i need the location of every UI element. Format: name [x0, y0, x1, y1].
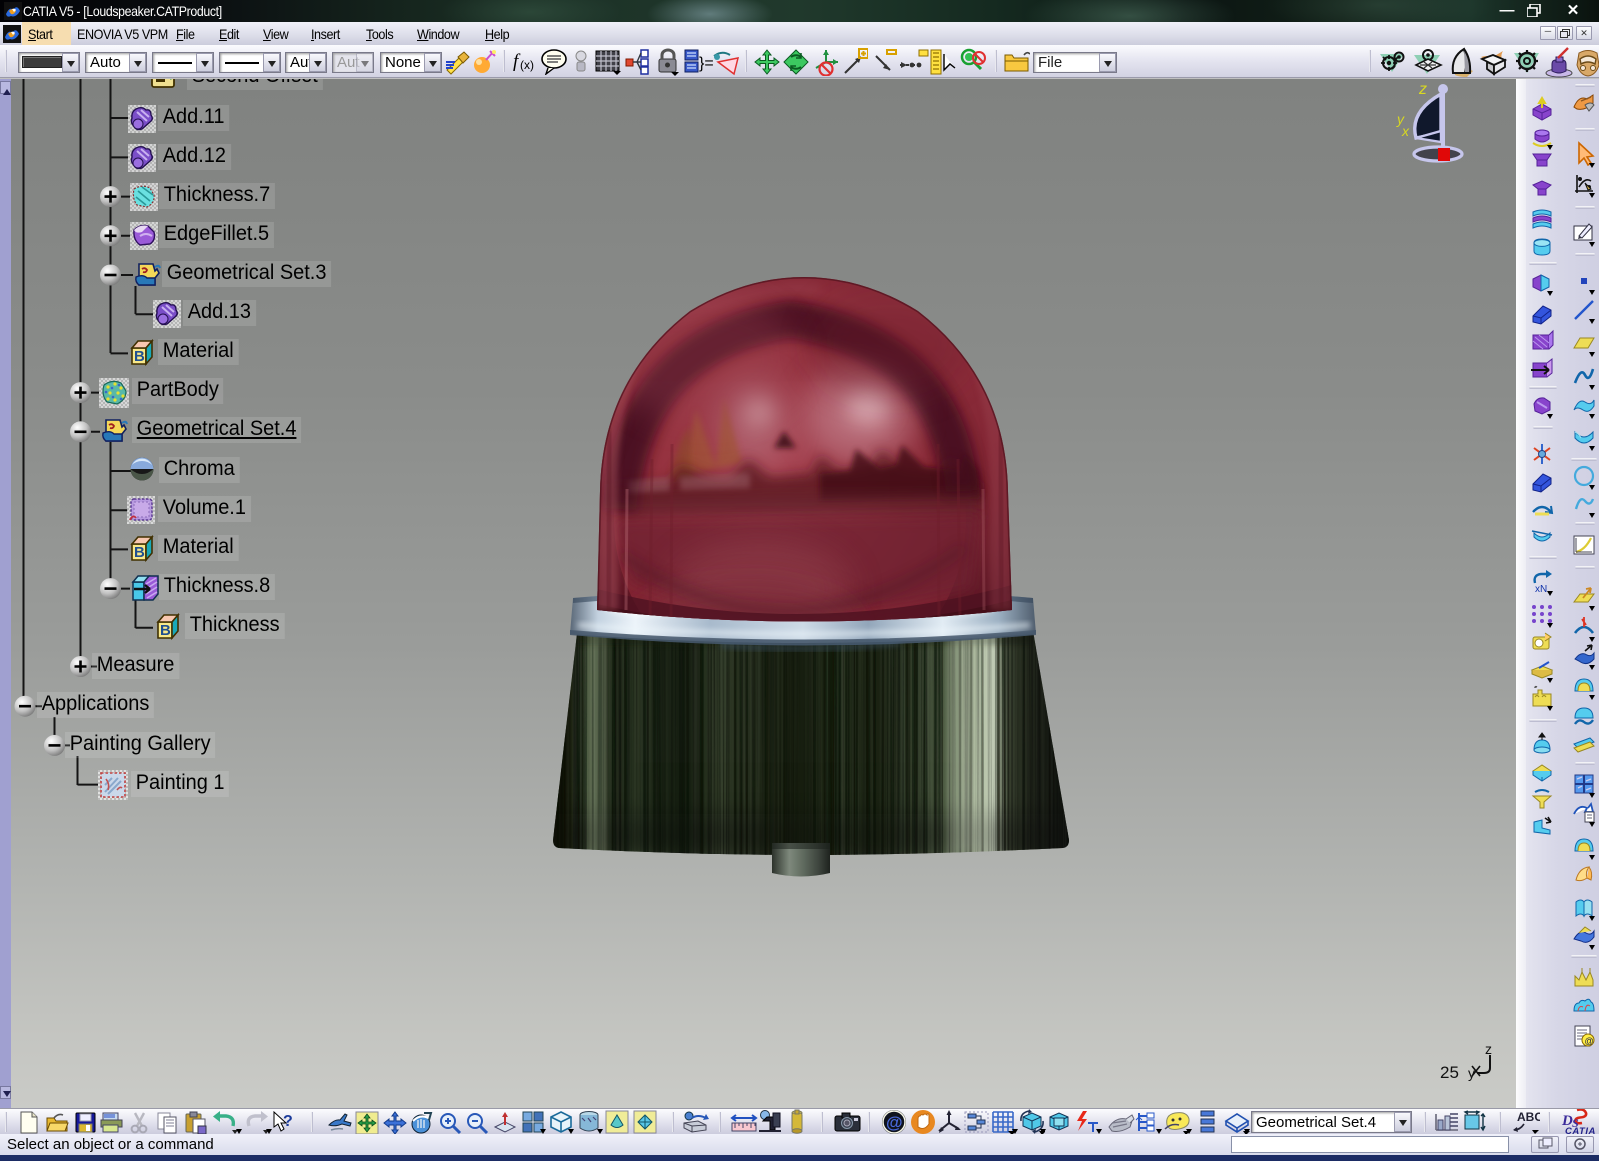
svg-text:?: ? [283, 1113, 293, 1130]
svg-text:(x): (x) [520, 58, 534, 72]
svg-text:x: x [1401, 123, 1410, 139]
svg-text:@: @ [886, 1113, 903, 1132]
svg-text:xN: xN [1535, 584, 1547, 595]
svg-text:z: z [1485, 1042, 1492, 1057]
svg-text:@: @ [1585, 1036, 1594, 1046]
svg-text:z: z [1418, 81, 1427, 98]
svg-text:ABC: ABC [1517, 1110, 1540, 1124]
